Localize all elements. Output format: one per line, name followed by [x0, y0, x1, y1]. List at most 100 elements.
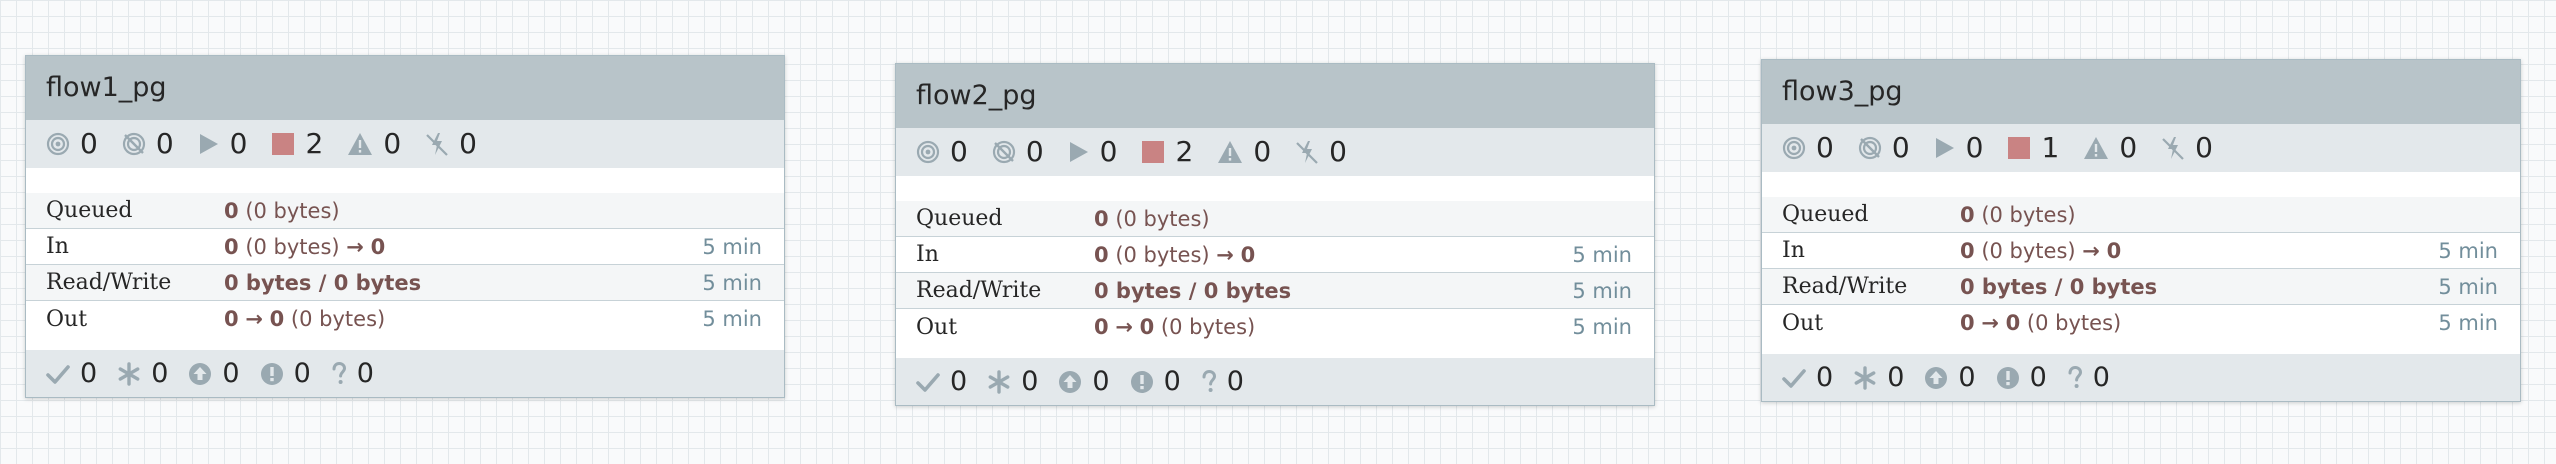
stale-count: 0 [222, 358, 240, 389]
stale-stat: 0 [1058, 366, 1110, 397]
out-value: 0 → 0 (0 bytes) [1960, 311, 2122, 335]
invalid-stat: 0 [347, 130, 401, 158]
sync-failure-stat: 0 [2067, 362, 2110, 393]
out-time: 5 min [2438, 311, 2498, 335]
locally-modified-stale-stat: 0 [1130, 366, 1181, 397]
stopped-count: 2 [305, 127, 324, 160]
invalid-stat: 0 [2083, 134, 2137, 162]
process-group-flow1_pg[interactable]: flow1_pg 0 0 0 2 0 0 Queued 0 (0 bytes) … [25, 55, 785, 398]
read-write-time: 5 min [702, 270, 762, 295]
transmitting-count: 0 [80, 127, 98, 160]
process-group-flow3_pg[interactable]: flow3_pg 0 0 0 1 0 0 Queued 0 (0 bytes) … [1761, 59, 2521, 402]
process-group-name[interactable]: flow2_pg [896, 64, 1654, 128]
stopped-stat: 2 [271, 130, 323, 158]
question-icon [332, 361, 346, 384]
up-to-date-count: 0 [80, 358, 98, 389]
stale-count: 0 [1092, 366, 1110, 397]
disabled-count: 0 [459, 127, 477, 160]
running-count: 0 [1965, 131, 1984, 164]
question-icon [2068, 365, 2082, 388]
process-group-stats: Queued 0 (0 bytes) In 0 (0 bytes) → 0 5 … [26, 168, 784, 337]
not-transmitting-icon [1858, 136, 1881, 160]
stopped-stat: 1 [2007, 134, 2059, 162]
not-transmitting-icon [992, 140, 1015, 164]
in-row: In 0 (0 bytes) → 0 5 min [896, 237, 1654, 273]
process-group-name[interactable]: flow3_pg [1762, 60, 2520, 124]
read-write-label: Read/Write [1782, 274, 1908, 299]
queued-label: Queued [1782, 202, 1869, 227]
in-row: In 0 (0 bytes) → 0 5 min [26, 229, 784, 265]
running-count: 0 [1099, 135, 1118, 168]
disabled-stat: 0 [425, 130, 477, 158]
queued-row: Queued 0 (0 bytes) [1762, 197, 2520, 233]
queued-value: 0 (0 bytes) [224, 198, 340, 223]
versioning-status-bar: 0 0 0 0 0 [896, 358, 1654, 405]
invalid-stat: 0 [1217, 138, 1271, 166]
stop-icon [1142, 141, 1165, 163]
play-icon [1935, 138, 1954, 158]
out-row: Out 0 → 0 (0 bytes) 5 min [896, 309, 1654, 345]
process-group-flow2_pg[interactable]: flow2_pg 0 0 0 2 0 0 Queued 0 (0 bytes) … [895, 63, 1655, 406]
up-to-date-count: 0 [1816, 362, 1834, 393]
out-time: 5 min [1572, 315, 1632, 339]
component-status-bar: 0 0 0 2 0 0 [896, 128, 1654, 176]
sync-failure-count: 0 [1226, 366, 1244, 397]
running-stat: 0 [1068, 135, 1118, 168]
disabled-stat: 0 [2161, 134, 2213, 162]
stale-count: 0 [1958, 362, 1976, 393]
invalid-count: 0 [2119, 131, 2138, 164]
exclamation-circle-icon [1130, 370, 1153, 393]
transmitting-stat: 0 [916, 138, 968, 166]
transmitting-stat: 0 [1782, 134, 1834, 162]
transmitting-icon [916, 140, 940, 164]
out-time: 5 min [702, 307, 762, 331]
not-transmitting-stat: 0 [992, 138, 1044, 166]
queued-label: Queued [916, 206, 1003, 231]
arrow-up-circle-icon [1925, 366, 1948, 389]
queued-value: 0 (0 bytes) [1960, 202, 2076, 227]
disabled-stat: 0 [1295, 138, 1347, 166]
process-group-name[interactable]: flow1_pg [26, 56, 784, 120]
process-group-stats: Queued 0 (0 bytes) In 0 (0 bytes) → 0 5 … [1762, 172, 2520, 341]
question-icon [1202, 369, 1216, 392]
not-transmitting-count: 0 [1891, 131, 1910, 164]
component-status-bar: 0 0 0 1 0 0 [1762, 124, 2520, 172]
invalid-count: 0 [1253, 135, 1272, 168]
read-write-row: Read/Write 0 bytes / 0 bytes 5 min [1762, 269, 2520, 305]
queued-label: Queued [46, 198, 133, 223]
locally-modified-stat: 0 [987, 366, 1038, 397]
read-write-row: Read/Write 0 bytes / 0 bytes 5 min [896, 273, 1654, 309]
out-value: 0 → 0 (0 bytes) [224, 307, 386, 331]
warning-icon [2084, 137, 2109, 159]
in-value: 0 (0 bytes) → 0 [224, 234, 386, 259]
locally-modified-stale-count: 0 [2029, 362, 2047, 393]
running-stat: 0 [198, 127, 248, 160]
read-write-label: Read/Write [46, 270, 172, 295]
read-write-time: 5 min [2438, 274, 2498, 299]
not-transmitting-stat: 0 [1858, 134, 1910, 162]
locally-modified-count: 0 [1021, 366, 1039, 397]
sync-failure-count: 0 [2092, 362, 2110, 393]
up-to-date-stat: 0 [916, 366, 967, 397]
warning-icon [348, 133, 373, 155]
transmitting-count: 0 [1816, 131, 1834, 164]
invalid-count: 0 [383, 127, 402, 160]
running-count: 0 [229, 127, 248, 160]
in-label: In [46, 234, 69, 259]
stopped-count: 1 [2041, 131, 2060, 164]
queued-row: Queued 0 (0 bytes) [26, 193, 784, 229]
read-write-row: Read/Write 0 bytes / 0 bytes 5 min [26, 265, 784, 301]
transmitting-count: 0 [950, 135, 968, 168]
disabled-icon [426, 133, 448, 156]
not-transmitting-count: 0 [1025, 135, 1044, 168]
up-to-date-stat: 0 [1782, 362, 1833, 393]
transmitting-stat: 0 [46, 130, 98, 158]
transmitting-icon [46, 132, 70, 156]
out-label: Out [916, 314, 958, 340]
sync-failure-count: 0 [356, 358, 374, 389]
in-time: 5 min [2438, 238, 2498, 263]
check-icon [46, 364, 70, 384]
arrow-up-circle-icon [189, 362, 212, 385]
transmitting-icon [1782, 136, 1806, 160]
process-group-stats: Queued 0 (0 bytes) In 0 (0 bytes) → 0 5 … [896, 176, 1654, 345]
